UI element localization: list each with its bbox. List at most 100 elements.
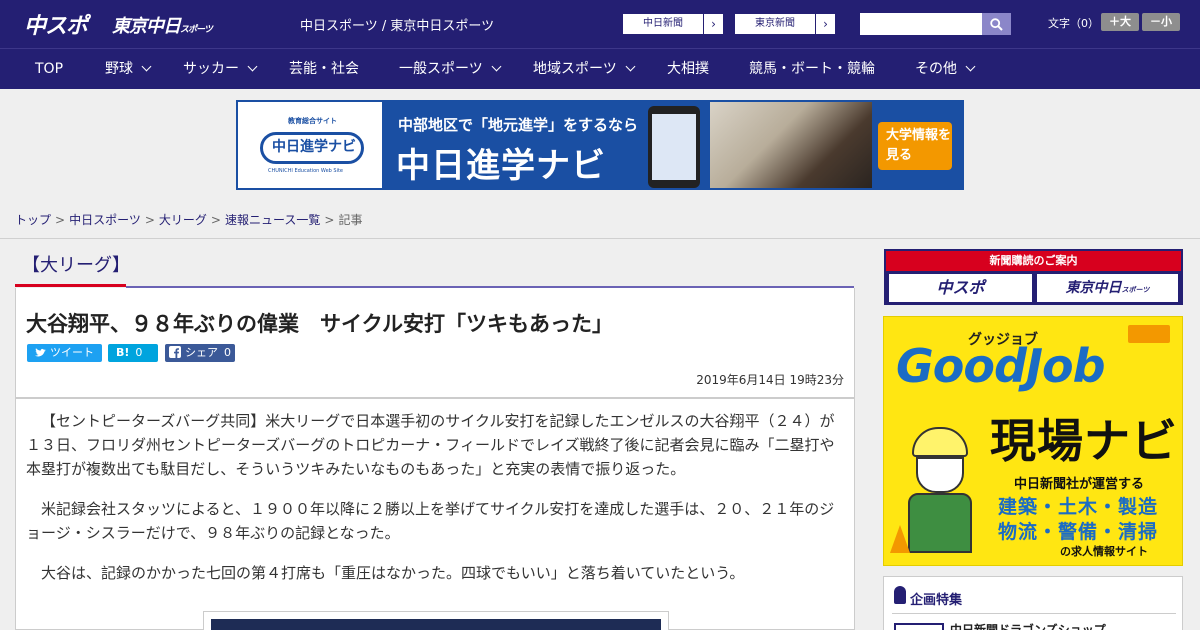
face-shape <box>916 457 964 493</box>
breadcrumb-separator: > <box>55 213 66 227</box>
breadcrumb-current: 記事 <box>338 213 363 227</box>
nav-label: 地域スポーツ <box>533 61 617 77</box>
breadcrumb-separator: > <box>144 213 155 227</box>
shingaku-navi-banner[interactable]: 教育総合サイト 中日進学ナビ CHUNICHI Education Web Si… <box>236 100 964 190</box>
nav-racing[interactable]: 競馬・ボート・競輪 <box>749 49 875 90</box>
chuspo-logo[interactable]: 中スポ <box>24 8 88 40</box>
feature-thumbnail[interactable] <box>894 623 944 630</box>
genba-navi-title: 現場ナビ <box>990 414 1178 468</box>
feature-item-link[interactable]: 中日新聞ドラゴンズショップ <box>950 621 1106 630</box>
banner-headline: 中部地区で「地元進学」をするなら <box>398 116 639 134</box>
nav-baseball[interactable]: 野球 <box>105 49 152 90</box>
facebook-share-label: シェア <box>185 346 218 359</box>
facebook-share-count: 0 <box>224 346 231 359</box>
goodjob-industries-1: 建築・土木・製造 <box>998 496 1159 518</box>
nav-label: 大相撲 <box>667 61 709 77</box>
subscribe-chuspo-logo[interactable]: 中スポ <box>889 274 1032 302</box>
tweet-button[interactable]: ツイート <box>27 344 102 362</box>
top-header: 中スポ 東京中日スポーツ 中日スポーツ / 東京中日スポーツ 中日新聞 › 東京… <box>0 0 1200 48</box>
nav-local-sports[interactable]: 地域スポーツ <box>533 49 636 90</box>
article-paragraph: 【セントピーターズバーグ共同】米大リーグで日本選手初のサイクル安打を記録したエン… <box>26 412 835 478</box>
article-paragraph: 大谷は、記録のかかった七回の第４打席も「重圧はなかった。四球でもいい」と落ち着い… <box>41 564 745 582</box>
subscribe-tokyo-logo[interactable]: 東京中日スポーツ <box>1037 274 1178 302</box>
breadcrumb-mlb[interactable]: 大リーグ <box>159 213 207 227</box>
nav-others[interactable]: その他 <box>915 49 976 90</box>
smartphone-image <box>648 106 700 188</box>
font-size-label: 文字（0） <box>1048 17 1099 30</box>
article-photo-frame <box>203 611 669 630</box>
search-input[interactable] <box>860 13 982 35</box>
chunichi-shimbun-link[interactable]: 中日新聞 › <box>622 13 724 35</box>
breadcrumb-separator: > <box>324 213 335 227</box>
tokyo-logo-small: スポーツ <box>180 25 213 35</box>
goodjob-ad[interactable]: グッジョブ GoodJob 現場ナビ 中日新聞社が運営する 建築・土木・製造 物… <box>883 316 1183 566</box>
tweet-label: ツイート <box>50 346 94 359</box>
tokyo-shimbun-link[interactable]: 東京新聞 › <box>734 13 836 35</box>
banner-logo-sub: CHUNICHI Education Web Site <box>268 168 344 174</box>
goodjob-logo: GoodJob <box>896 339 1106 393</box>
breadcrumb-separator: > <box>210 213 221 227</box>
chevron-right-icon: › <box>703 14 723 34</box>
students-photo <box>710 102 872 188</box>
chevron-right-icon: › <box>815 14 835 34</box>
ribbon-icon <box>894 586 906 604</box>
feature-title: 企画特集 <box>910 593 963 608</box>
search-button[interactable] <box>982 13 1011 35</box>
facebook-share-button[interactable]: シェア 0 <box>165 344 235 362</box>
article-body: 【セントピーターズバーグ共同】米大リーグで日本選手初のサイクル安打を記録したエン… <box>15 398 855 630</box>
subscribe-tokyo-text: 東京中日 <box>1065 280 1122 296</box>
nav-sumo[interactable]: 大相撲 <box>667 49 709 90</box>
feature-divider <box>892 613 1176 614</box>
goodjob-operator: 中日新聞社が運営する <box>1014 477 1145 492</box>
hatena-icon: B! <box>116 346 130 359</box>
chevron-down-icon <box>247 61 258 72</box>
breadcrumb-news-list[interactable]: 速報ニュース一覧 <box>225 213 320 227</box>
subscription-ad[interactable]: 新聞購読のご案内 中スポ 東京中日スポーツ <box>884 249 1183 305</box>
breadcrumb-divider <box>0 238 1200 239</box>
breadcrumb: トップ > 中日スポーツ > 大リーグ > 速報ニュース一覧 > 記事 <box>15 211 362 228</box>
article-title: 大谷翔平、９８年ぶりの偉業 サイクル安打「ツキもあった」 <box>26 312 613 336</box>
nav-label: その他 <box>915 61 957 77</box>
nav-label: 競馬・ボート・競輪 <box>749 61 875 77</box>
nav-general-sports[interactable]: 一般スポーツ <box>399 49 502 90</box>
nav-top[interactable]: TOP <box>35 49 63 90</box>
facebook-icon <box>169 346 181 358</box>
banner-title: 中日進学ナビ <box>396 146 606 186</box>
tokyo-logo-text: 東京中日 <box>112 16 181 37</box>
shingaku-navi-logo: 教育総合サイト 中日進学ナビ CHUNICHI Education Web Si… <box>238 102 382 188</box>
category-heading: 【大リーグ】 <box>22 255 130 276</box>
article-date: 2019年6月14日 19時23分 <box>696 373 844 387</box>
nav-label: TOP <box>35 61 64 77</box>
tokyo-chunichi-logo[interactable]: 東京中日スポーツ <box>112 12 213 38</box>
subscribe-tokyo-small: スポーツ <box>1121 286 1150 294</box>
nav-label: 芸能・社会 <box>289 61 359 77</box>
breadcrumb-chunichi-sports[interactable]: 中日スポーツ <box>69 213 141 227</box>
chevron-down-icon <box>491 61 502 72</box>
twitter-bird-icon <box>35 348 46 357</box>
helmet-shape <box>912 427 968 457</box>
article-paragraph: 米記録会社スタッツによると、１９００年以降に２勝以上を挙げてサイクル安打を達成し… <box>26 500 835 542</box>
goodjob-industries-2: 物流・警備・清掃 <box>998 521 1159 543</box>
hatena-bookmark-button[interactable]: B! 0 <box>108 344 158 362</box>
nav-label: 野球 <box>105 61 133 77</box>
breadcrumb-top[interactable]: トップ <box>15 213 51 227</box>
article-photo[interactable] <box>211 619 661 630</box>
subscription-title: 新聞購読のご案内 <box>886 251 1181 271</box>
hatena-count: 0 <box>135 346 143 359</box>
nav-entertainment[interactable]: 芸能・社会 <box>289 49 359 90</box>
font-smaller-button[interactable]: －小 <box>1142 13 1180 31</box>
banner-cta-button[interactable]: 大学情報を見る <box>878 122 952 170</box>
site-name: 中日スポーツ / 東京中日スポーツ <box>300 19 495 34</box>
search-icon <box>990 18 1003 31</box>
article-header: 大谷翔平、９８年ぶりの偉業 サイクル安打「ツキもあった」 ツイート B! 0 シェ… <box>15 288 855 398</box>
banner-site-tag: 教育総合サイト <box>288 117 337 125</box>
chevron-down-icon <box>965 61 976 72</box>
font-larger-button[interactable]: ＋大 <box>1101 13 1139 31</box>
truck-icon <box>1128 325 1170 343</box>
nav-label: 一般スポーツ <box>399 61 483 77</box>
worker-illustration <box>898 427 982 557</box>
nav-soccer[interactable]: サッカー <box>183 49 258 90</box>
traffic-cone-icon <box>890 525 910 553</box>
phone-screen <box>652 114 696 180</box>
feature-box: 企画特集 中日新聞ドラゴンズショップ <box>883 576 1183 630</box>
